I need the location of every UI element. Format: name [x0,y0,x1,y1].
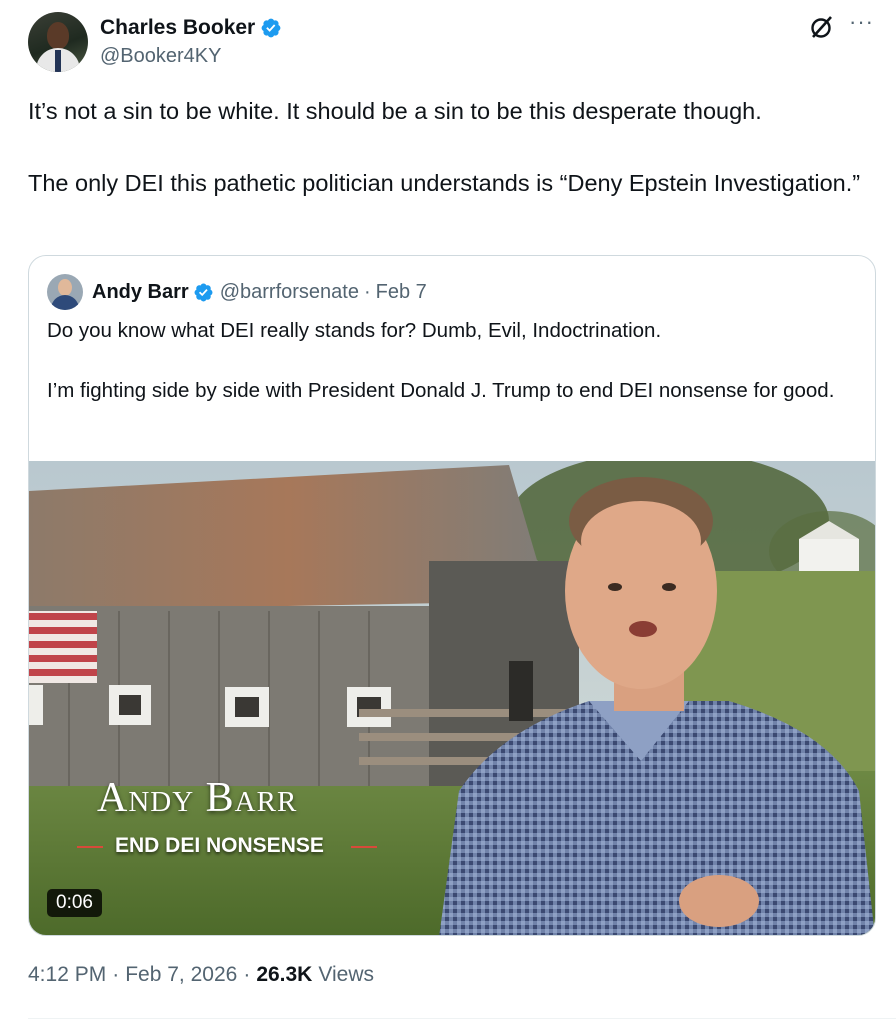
quoted-date: Feb 7 [375,280,427,303]
tweet-header: Charles Booker @Booker4KY [28,12,282,72]
divider [28,1018,896,1019]
separator: · [243,963,251,986]
verified-badge-icon [261,18,281,38]
header-actions: ··· [809,11,874,40]
video-player[interactable]: Andy Barr END DEI NONSENSE 0:06 [29,461,875,935]
views-count[interactable]: 26.3K [256,963,312,987]
overlay-accent-line [77,846,103,848]
author-handle[interactable]: @Booker4KY [100,42,282,70]
tweet-time[interactable]: 4:12 PM [28,963,106,987]
verified-badge-icon [194,283,213,301]
views-label: Views [318,963,374,986]
video-duration: 0:06 [47,889,102,917]
tweet-metadata: 4:12 PM · Feb 7, 2026 · 26.3K Views [28,963,374,987]
tweet-text: It’s not a sin to be white. It should be… [28,94,868,201]
tweet-paragraph: It’s not a sin to be white. It should be… [28,98,762,124]
quoted-paragraph: Do you know what DEI really stands for? … [47,319,662,342]
quoted-avatar [47,274,83,310]
quoted-author-handle: @barrforsenate [219,280,359,303]
more-options-icon[interactable]: ··· [849,11,874,33]
quoted-tweet-header: Andy Barr @barrforsenate · Feb 7 [47,274,427,310]
overlay-accent-line [351,846,377,848]
quoted-author-name: Andy Barr [92,280,189,303]
separator: · [112,963,120,986]
tweet-date[interactable]: Feb 7, 2026 [125,963,237,987]
separator: · [363,280,371,303]
video-overlay-subtitle: END DEI NONSENSE [115,834,324,857]
author-info: Charles Booker @Booker4KY [100,14,282,70]
quoted-paragraph: I’m fighting side by side with President… [47,379,835,402]
video-thumbnail [29,461,875,935]
avatar[interactable] [28,12,88,72]
tweet-paragraph: The only DEI this pathetic politician un… [28,170,861,196]
video-overlay-title: Andy Barr [97,775,298,821]
author-name[interactable]: Charles Booker [100,14,255,42]
grok-icon[interactable] [809,14,835,40]
quoted-tweet[interactable]: Andy Barr @barrforsenate · Feb 7 Do you … [28,255,876,936]
quoted-tweet-text: Do you know what DEI really stands for? … [47,316,847,406]
